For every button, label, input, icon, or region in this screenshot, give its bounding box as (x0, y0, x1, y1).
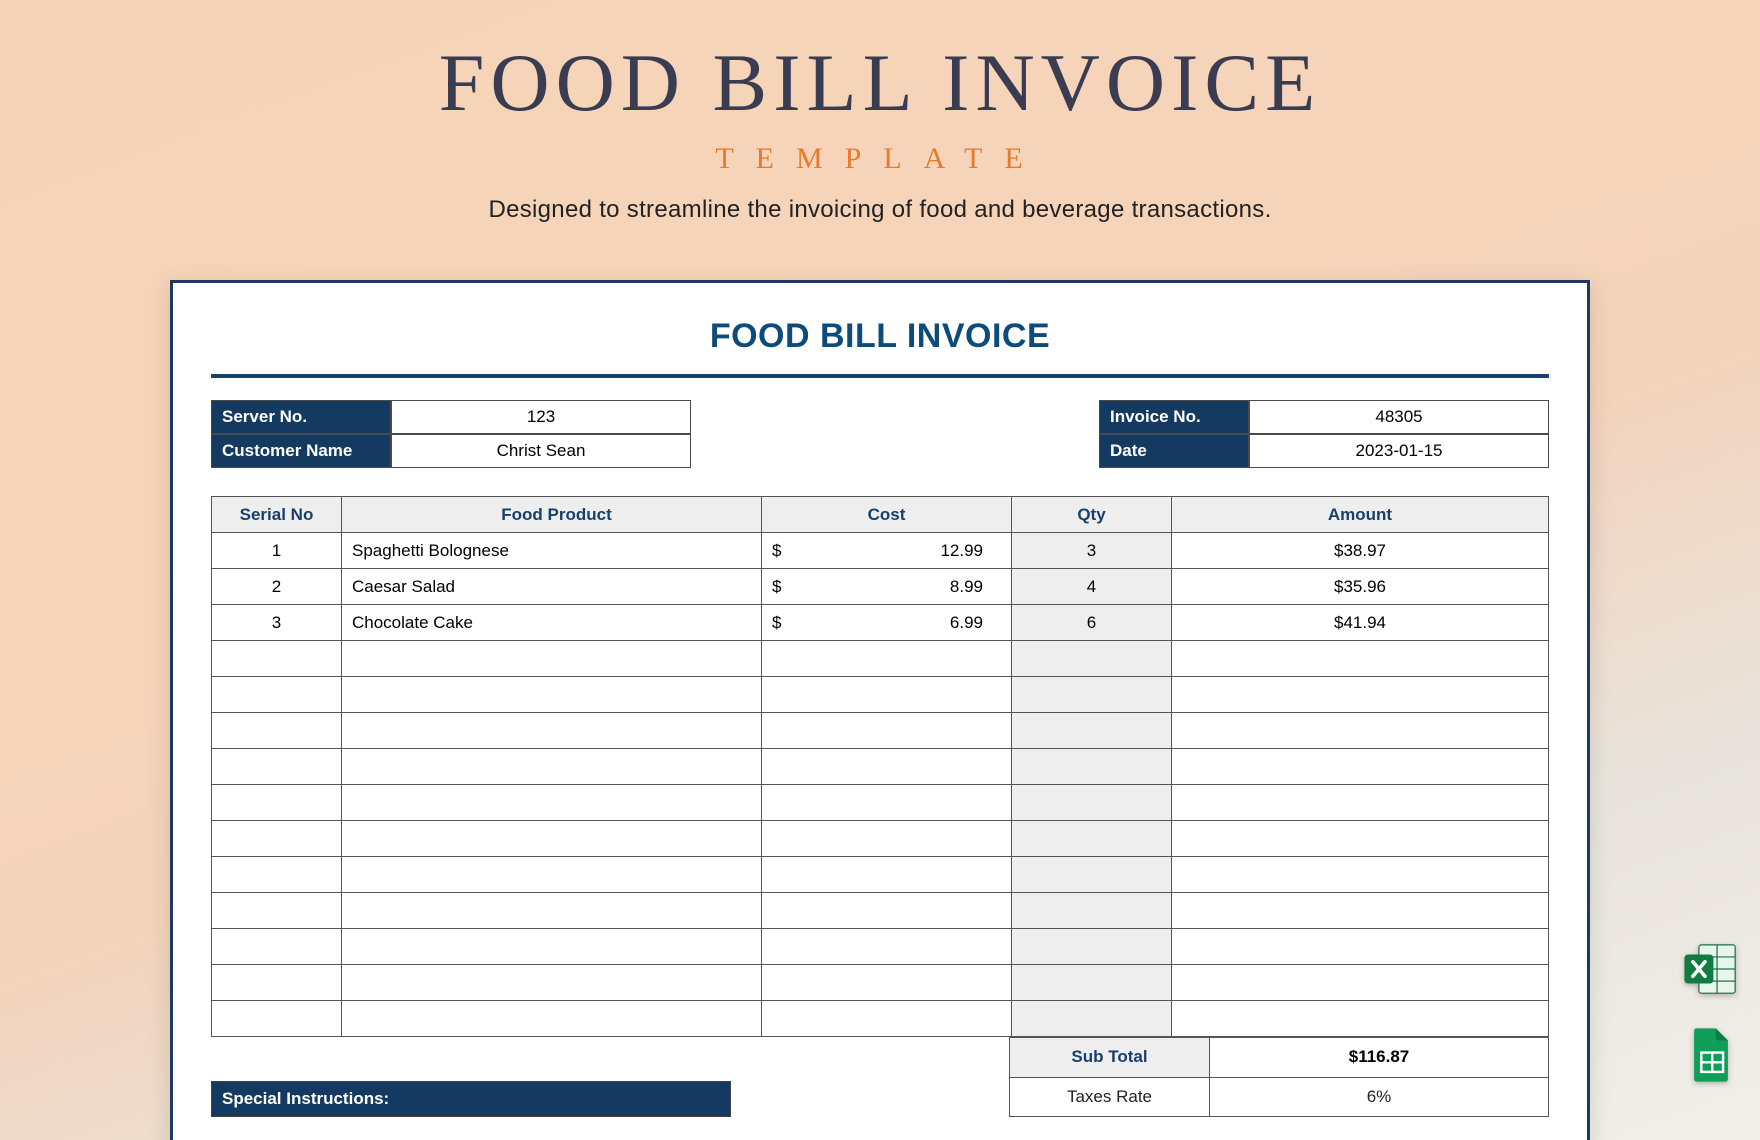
hero: FOOD BILL INVOICE TEMPLATE Designed to s… (0, 0, 1760, 224)
format-icons (1682, 940, 1740, 1084)
cell-qty: 6 (1012, 605, 1172, 641)
page-subtitle: TEMPLATE (0, 142, 1760, 176)
table-row: 1Spaghetti Bolognese$12.993$38.97 (212, 533, 1549, 569)
taxrate-row: Taxes Rate 6% (1010, 1077, 1549, 1117)
invoice-title: FOOD BILL INVOICE (211, 317, 1549, 356)
special-instructions: Special Instructions: (211, 1081, 731, 1117)
totals-table: Sub Total $116.87 Taxes Rate 6% (1009, 1037, 1549, 1117)
col-amount: Amount (1172, 497, 1549, 533)
subtotal-row: Sub Total $116.87 (1010, 1038, 1549, 1078)
special-instructions-label: Special Instructions: (211, 1081, 731, 1117)
date-label: Date (1099, 434, 1249, 468)
cell-product: Spaghetti Bolognese (342, 533, 762, 569)
table-row-empty (212, 965, 1549, 1001)
table-row-empty (212, 893, 1549, 929)
cell-qty: 3 (1012, 533, 1172, 569)
cell-serial: 3 (212, 605, 342, 641)
page-description: Designed to streamline the invoicing of … (0, 196, 1760, 224)
server-no-label: Server No. (211, 400, 391, 434)
server-no-value: 123 (391, 400, 691, 434)
cell-amount: $38.97 (1172, 533, 1549, 569)
table-row-empty (212, 857, 1549, 893)
invoice-sheet: FOOD BILL INVOICE Server No. 123 Custome… (170, 280, 1590, 1140)
invoice-meta: Server No. 123 Customer Name Christ Sean… (211, 400, 1549, 468)
cell-qty: 4 (1012, 569, 1172, 605)
divider (211, 374, 1549, 378)
table-header-row: Serial No Food Product Cost Qty Amount (212, 497, 1549, 533)
taxrate-value: 6% (1210, 1077, 1549, 1117)
invoice-no-value: 48305 (1249, 400, 1549, 434)
table-row-empty (212, 677, 1549, 713)
cell-cost: $6.99 (762, 605, 1012, 641)
taxrate-label: Taxes Rate (1010, 1077, 1210, 1117)
table-row-empty (212, 785, 1549, 821)
cell-serial: 1 (212, 533, 342, 569)
table-row-empty (212, 929, 1549, 965)
items-table: Serial No Food Product Cost Qty Amount 1… (211, 496, 1549, 1037)
page-title: FOOD BILL INVOICE (0, 36, 1760, 130)
cell-product: Caesar Salad (342, 569, 762, 605)
cell-serial: 2 (212, 569, 342, 605)
col-cost: Cost (762, 497, 1012, 533)
bottom-area: Special Instructions: Sub Total $116.87 … (211, 1037, 1549, 1117)
customer-name-value: Christ Sean (391, 434, 691, 468)
table-row-empty (212, 641, 1549, 677)
customer-name-label: Customer Name (211, 434, 391, 468)
table-row-empty (212, 1001, 1549, 1037)
subtotal-value: $116.87 (1210, 1038, 1549, 1078)
cell-product: Chocolate Cake (342, 605, 762, 641)
cell-amount: $41.94 (1172, 605, 1549, 641)
subtotal-label: Sub Total (1010, 1038, 1210, 1078)
col-serial: Serial No (212, 497, 342, 533)
cell-cost: $8.99 (762, 569, 1012, 605)
table-row-empty (212, 749, 1549, 785)
cell-amount: $35.96 (1172, 569, 1549, 605)
invoice-no-label: Invoice No. (1099, 400, 1249, 434)
table-row-empty (212, 713, 1549, 749)
google-sheets-icon[interactable] (1682, 1026, 1740, 1084)
table-row-empty (212, 821, 1549, 857)
meta-right: Invoice No. 48305 Date 2023-01-15 (1099, 400, 1549, 468)
cell-cost: $12.99 (762, 533, 1012, 569)
table-row: 2Caesar Salad$8.994$35.96 (212, 569, 1549, 605)
col-qty: Qty (1012, 497, 1172, 533)
excel-icon[interactable] (1682, 940, 1740, 998)
meta-left: Server No. 123 Customer Name Christ Sean (211, 400, 691, 468)
date-value: 2023-01-15 (1249, 434, 1549, 468)
col-product: Food Product (342, 497, 762, 533)
table-row: 3Chocolate Cake$6.996$41.94 (212, 605, 1549, 641)
template-preview-page: FOOD BILL INVOICE TEMPLATE Designed to s… (0, 0, 1760, 1140)
